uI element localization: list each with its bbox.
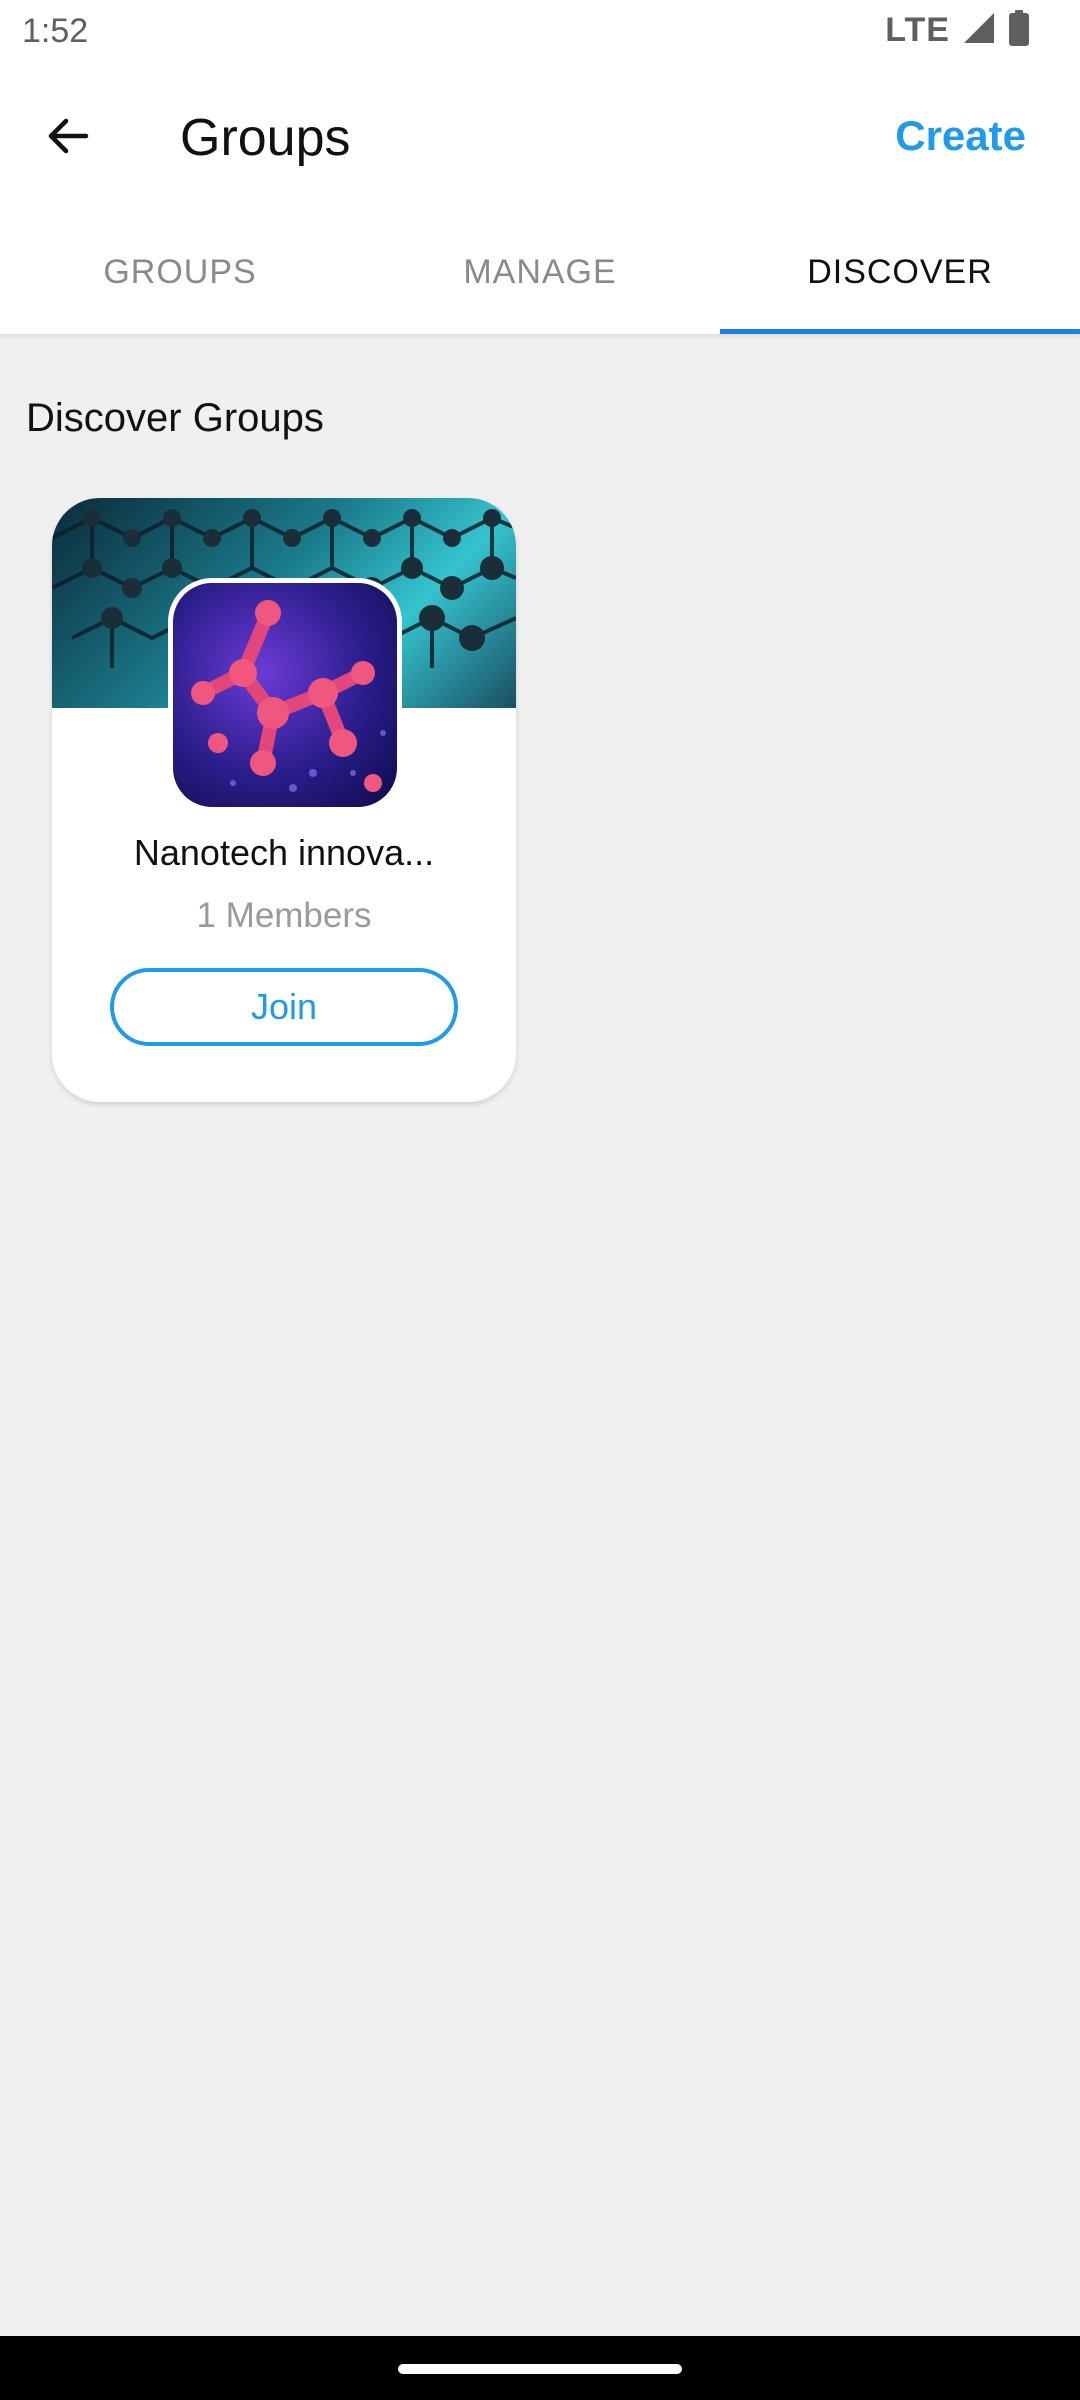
tab-bar: GROUPS MANAGE DISCOVER	[0, 210, 1080, 334]
section-title: Discover Groups	[26, 396, 324, 440]
create-button[interactable]: Create	[895, 112, 1026, 160]
status-icons: LTE	[885, 10, 1030, 51]
join-button[interactable]: Join	[110, 968, 458, 1046]
tab-manage[interactable]: MANAGE	[360, 210, 720, 334]
status-bar: 1:52 LTE	[0, 0, 1080, 62]
group-avatar	[168, 578, 402, 812]
signal-icon	[962, 11, 996, 50]
group-card[interactable]: Nanotech innova... 1 Members Join	[52, 498, 516, 1102]
arrow-left-icon	[44, 112, 92, 165]
back-button[interactable]	[28, 98, 108, 178]
group-name: Nanotech innova...	[133, 832, 435, 873]
tab-groups[interactable]: GROUPS	[0, 210, 360, 334]
network-type: LTE	[885, 11, 950, 49]
status-time: 1:52	[22, 12, 89, 50]
page-title: Groups	[180, 109, 351, 167]
app-bar: Groups Create	[0, 62, 1080, 210]
group-member-count: 1 Members	[196, 896, 372, 935]
home-indicator[interactable]	[398, 2364, 682, 2374]
battery-icon	[1008, 10, 1030, 51]
tab-discover[interactable]: DISCOVER	[720, 210, 1080, 334]
